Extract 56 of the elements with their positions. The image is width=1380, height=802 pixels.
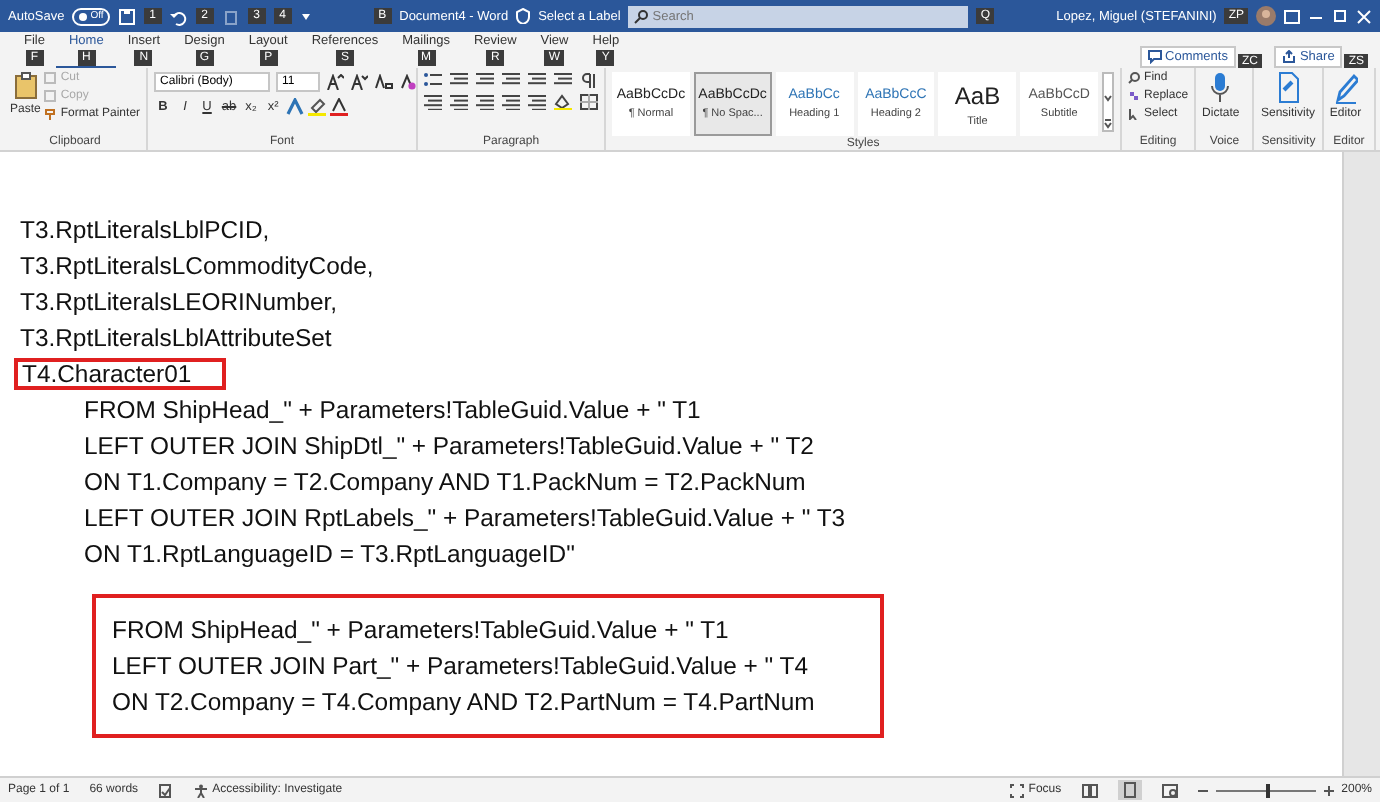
brush-icon: [44, 108, 57, 120]
focus-icon[interactable]: [1010, 783, 1025, 797]
clear-formatting-icon[interactable]: [400, 74, 417, 90]
pen-icon: [1333, 72, 1358, 104]
gallery-scroll-icon[interactable]: [1102, 72, 1114, 132]
document-tag-icon: [1275, 72, 1300, 104]
grow-font-icon[interactable]: [326, 74, 345, 90]
borders-icon[interactable]: [580, 94, 599, 110]
search-icon: [1128, 72, 1141, 84]
align-left-icon[interactable]: [424, 94, 443, 110]
close-icon[interactable]: [1356, 9, 1372, 23]
align-center-icon[interactable]: [450, 94, 469, 110]
document-line: LEFT OUTER JOIN ShipDtl_" + Parameters!TableGuid.Value + " T2: [84, 430, 816, 464]
document-line: ON T2.Company = T4.Company AND T2.PartNum = T4.PartNum: [112, 686, 817, 720]
shrink-font-icon[interactable]: [350, 74, 369, 90]
web-layout-icon[interactable]: [1161, 783, 1178, 797]
highlight-icon[interactable]: [308, 98, 327, 116]
read-mode-icon[interactable]: [1081, 783, 1098, 797]
document-line: T3.RptLiteralsLblAttributeSet: [20, 322, 334, 356]
zoom-in-icon[interactable]: [1323, 785, 1334, 795]
comment-icon: [1147, 49, 1162, 63]
search-icon: [634, 9, 649, 23]
customize-icon[interactable]: [299, 10, 312, 22]
change-case-icon[interactable]: [374, 74, 395, 90]
document-line: LEFT OUTER JOIN Part_" + Parameters!TableGuid.Value + " T4: [112, 650, 811, 684]
accessibility-icon[interactable]: [194, 783, 209, 797]
align-right-icon[interactable]: [476, 94, 495, 110]
avatar-icon[interactable]: [1256, 6, 1276, 26]
share-icon: [1281, 49, 1296, 63]
document-line: T3.RptLiteralsLCommodityCode,: [20, 250, 376, 284]
document-line: ON T1.RptLanguageID = T3.RptLanguageID": [84, 538, 577, 572]
shield-icon[interactable]: [516, 8, 531, 24]
zoom-out-icon[interactable]: [1197, 785, 1208, 795]
print-layout-icon[interactable]: [1117, 780, 1142, 800]
document-line: T3.RptLiteralsLblPCID,: [20, 214, 272, 248]
cursor-icon: [1128, 108, 1141, 120]
document-line: FROM ShipHead_" + Parameters!TableGuid.Value + " T1: [112, 614, 731, 648]
undo-icon[interactable]: [169, 7, 188, 25]
ribbon-display-icon[interactable]: [1284, 9, 1300, 23]
toggle-knob-icon: [78, 11, 89, 21]
pilcrow-icon[interactable]: [580, 72, 599, 88]
text-effects-icon[interactable]: [286, 98, 305, 116]
document-line: FROM ShipHead_" + Parameters!TableGuid.Value + " T1: [84, 394, 703, 428]
zoom-slider-thumb[interactable]: [1265, 783, 1270, 797]
justify-icon[interactable]: [502, 94, 521, 110]
shading-icon[interactable]: [554, 94, 573, 110]
save-icon[interactable]: [117, 7, 136, 25]
proofing-icon[interactable]: [158, 783, 175, 797]
microphone-icon: [1208, 72, 1233, 104]
scroll-bar[interactable]: [1342, 152, 1380, 776]
document-line: LEFT OUTER JOIN RptLabels_" + Parameters!TableGuid.Value + " T3: [84, 502, 848, 536]
document-line: T3.RptLiteralsLEORINumber,: [20, 286, 339, 320]
bullets-icon[interactable]: [424, 72, 443, 88]
maximize-icon[interactable]: [1332, 9, 1348, 23]
font-color-icon[interactable]: [330, 98, 349, 116]
document-line: ON T1.Company = T2.Company AND T1.PackNum = T2.PackNum: [84, 466, 808, 500]
